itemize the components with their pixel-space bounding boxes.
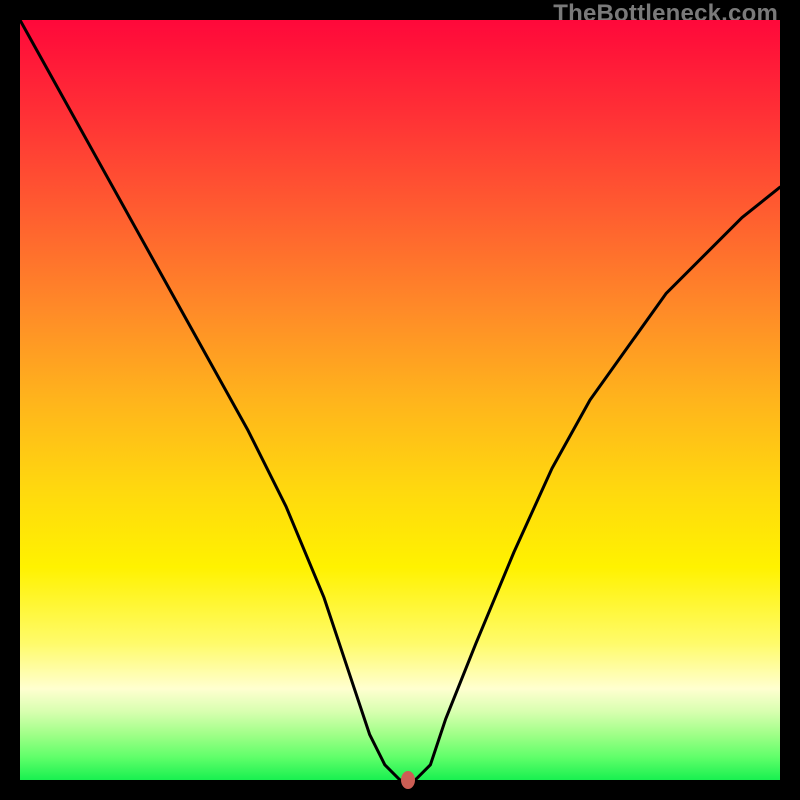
plot-area xyxy=(20,20,780,780)
chart-container: TheBottleneck.com xyxy=(0,0,800,800)
minimum-marker xyxy=(401,771,415,789)
bottleneck-curve xyxy=(20,20,780,780)
